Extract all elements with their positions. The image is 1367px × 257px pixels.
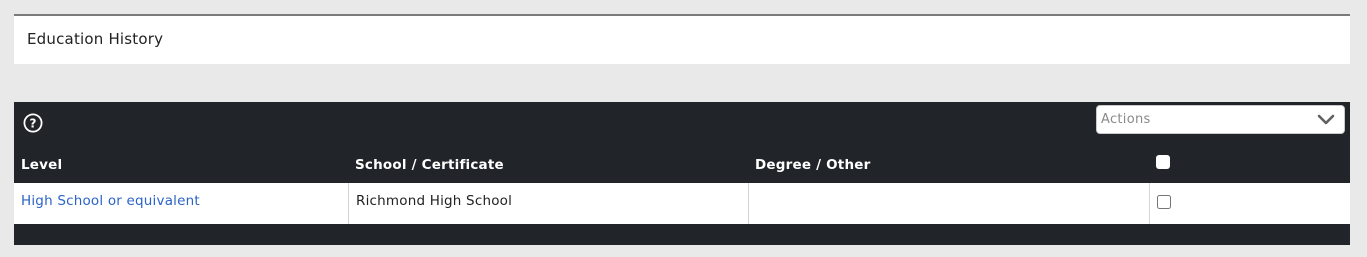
svg-text:?: ? <box>30 116 37 130</box>
column-header-level: Level <box>21 157 63 173</box>
row-select-checkbox[interactable] <box>1157 195 1171 209</box>
actions-dropdown[interactable]: Actions <box>1096 105 1345 134</box>
select-all-checkbox[interactable] <box>1156 155 1170 169</box>
chevron-down-icon <box>1317 114 1335 125</box>
column-header-degree: Degree / Other <box>755 157 871 173</box>
education-table-panel: ? Actions Level School / Certificate Deg… <box>14 102 1350 245</box>
question-circle-icon[interactable]: ? <box>23 113 43 133</box>
actions-dropdown-value: Actions <box>1101 112 1151 127</box>
section-header: Education History <box>14 14 1350 64</box>
select-cell <box>1149 183 1350 224</box>
table-row: High School or equivalent Richmond High … <box>14 183 1350 224</box>
degree-cell <box>748 183 1149 224</box>
level-link[interactable]: High School or equivalent <box>21 193 200 209</box>
column-header-school: School / Certificate <box>355 157 504 173</box>
school-name: Richmond High School <box>356 193 513 209</box>
level-cell: High School or equivalent <box>14 183 348 224</box>
section-title: Education History <box>27 30 164 48</box>
school-cell: Richmond High School <box>348 183 748 224</box>
